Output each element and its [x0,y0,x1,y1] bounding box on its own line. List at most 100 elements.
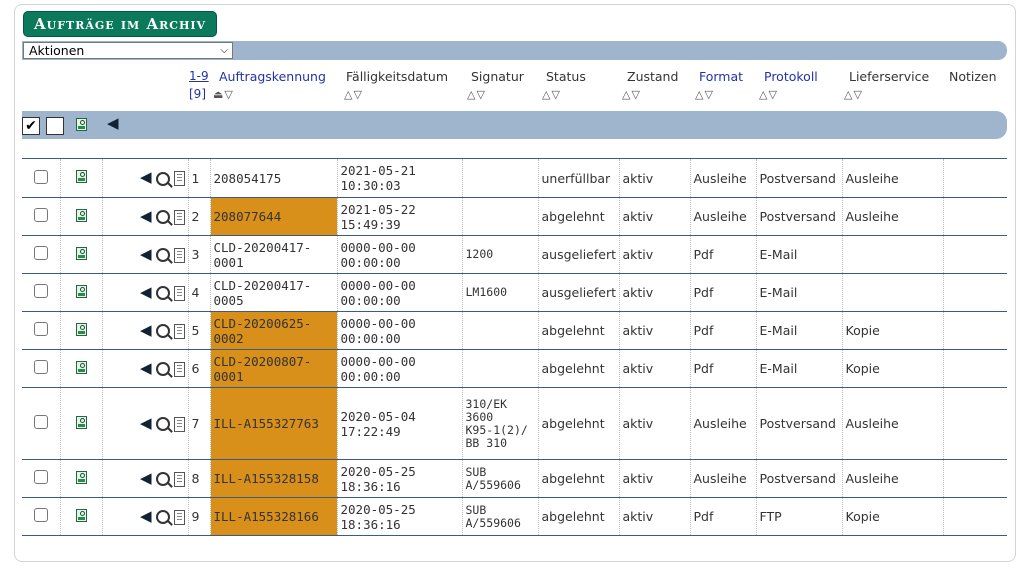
row-auftragskennung[interactable]: CLD-20200625-0002 [209,311,337,350]
row-auftragskennung[interactable]: ILL-A155328166 [209,497,337,536]
magnifier-icon[interactable] [155,324,170,338]
user-card-icon[interactable] [75,508,87,522]
sort-arrows-status[interactable]: △▽ [542,88,561,101]
sort-arrows-faelligkeitsdatum[interactable]: △▽ [344,88,363,101]
row-format: Ausleihe [689,158,756,198]
back-arrow-icon[interactable]: ◀ [140,359,152,377]
user-card-icon[interactable] [75,284,87,298]
back-arrow-icon[interactable]: ◀ [140,207,152,225]
document-icon[interactable] [173,285,185,301]
col-header-format[interactable]: Format [699,69,743,84]
row-user-cell [59,387,102,460]
row-user-cell [59,158,102,198]
row-auftragskennung[interactable]: CLD-20200807-0001 [209,349,337,388]
row-status: abgelehnt [537,311,619,350]
user-card-icon[interactable] [75,360,87,374]
row-checkbox[interactable] [33,415,48,429]
back-arrow-icon[interactable]: ◀ [140,168,152,186]
back-arrow-icon[interactable]: ◀ [140,321,152,339]
col-header-signatur[interactable]: Signatur [471,69,524,84]
col-header-auftragskennung[interactable]: Auftragskennung [219,69,326,84]
table-row: ◀ 8 ILL-A155328158 2020-05-25 18:36:16 SU… [22,459,1007,498]
row-checkbox[interactable] [33,508,48,522]
magnifier-icon[interactable] [155,417,170,431]
user-card-icon[interactable] [75,415,87,429]
row-lieferservice: Ausleihe [841,197,943,236]
row-checkbox[interactable] [33,169,48,184]
document-icon[interactable] [173,361,185,377]
magnifier-icon[interactable] [155,362,170,376]
row-user-cell [59,311,102,350]
sort-arrows-signatur[interactable]: △▽ [467,88,486,101]
magnifier-icon[interactable] [155,510,170,524]
sort-arrows-auftragskennung[interactable]: ⏏▽ [213,88,234,101]
user-card-icon[interactable] [76,118,87,134]
document-icon[interactable] [173,471,185,487]
user-card-icon[interactable] [75,470,87,484]
sort-arrows-lieferservice[interactable]: △▽ [844,88,863,101]
user-card-icon[interactable] [75,322,87,336]
table-row: ◀ 1 208054175 2021-05-21 10:30:03 unerfül… [22,158,1007,198]
document-icon[interactable] [173,171,185,186]
magnifier-icon[interactable] [155,210,170,224]
row-auftragskennung[interactable]: CLD-20200417-0001 [209,235,337,274]
actions-select[interactable]: Aktionen ⌵ [23,42,233,59]
col-header-protokoll[interactable]: Protokoll [764,69,818,84]
row-auftragskennung[interactable]: CLD-20200417-0005 [209,273,337,312]
row-auftragskennung[interactable]: ILL-A155328158 [209,459,337,498]
row-checkbox[interactable] [33,322,48,336]
magnifier-icon[interactable] [155,248,170,262]
row-protokoll: Postversand [755,158,842,198]
back-arrow-icon[interactable]: ◀ [140,414,152,432]
row-status: abgelehnt [537,497,619,536]
magnifier-icon[interactable] [155,171,170,186]
sort-arrows-format[interactable]: △▽ [695,88,714,101]
actions-select-value: Aktionen [29,43,85,58]
row-auftragskennung[interactable]: ILL-A155327763 [209,387,337,460]
row-number: 3 [187,235,210,274]
col-header-lieferservice[interactable]: Lieferservice [849,69,929,84]
row-notizen [942,497,1007,536]
row-number: 8 [187,459,210,498]
row-auftragskennung[interactable]: 208077644 [209,197,337,236]
sort-arrows-protokoll[interactable]: △▽ [759,88,778,101]
row-checkbox[interactable] [33,360,48,374]
row-number: 5 [187,311,210,350]
back-arrow-icon[interactable]: ◀ [140,469,152,487]
select-all-checkbox[interactable]: ✔ [22,117,40,135]
back-arrow-icon[interactable]: ◀ [140,283,152,301]
back-arrow-icon[interactable]: ◀ [107,116,119,131]
col-header-status[interactable]: Status [546,69,586,84]
document-icon[interactable] [173,323,185,339]
user-card-icon[interactable] [75,170,87,183]
row-checkbox[interactable] [33,470,48,484]
result-count: [9] [189,87,206,101]
col-header-faelligkeitsdatum[interactable]: Fälligkeitsdatum [346,69,448,84]
row-checkbox-cell [22,311,60,350]
col-header-zustand[interactable]: Zustand [627,69,678,84]
user-card-icon[interactable] [75,246,87,260]
document-icon[interactable] [173,247,185,263]
deselect-all-checkbox[interactable] [46,117,64,135]
page-range-link[interactable]: 1-9 [189,69,209,83]
magnifier-icon[interactable] [155,472,170,486]
row-status: ausgeliefert [537,235,619,274]
sort-arrows-zustand[interactable]: △▽ [622,88,641,101]
magnifier-icon[interactable] [155,286,170,300]
row-checkbox[interactable] [33,208,48,222]
row-signatur [461,197,538,236]
row-checkbox[interactable] [33,284,48,298]
row-checkbox[interactable] [33,246,48,260]
row-signatur [461,158,538,198]
row-format: Pdf [689,497,756,536]
back-arrow-icon[interactable]: ◀ [140,245,152,263]
row-zustand: aktiv [618,311,690,350]
document-icon[interactable] [173,209,185,225]
user-card-icon[interactable] [75,208,87,222]
row-checkbox-cell [22,349,60,388]
document-icon[interactable] [173,509,185,525]
document-icon[interactable] [173,416,185,432]
row-lieferservice: Ausleihe [841,459,943,498]
row-auftragskennung[interactable]: 208054175 [209,158,337,198]
back-arrow-icon[interactable]: ◀ [140,507,152,525]
